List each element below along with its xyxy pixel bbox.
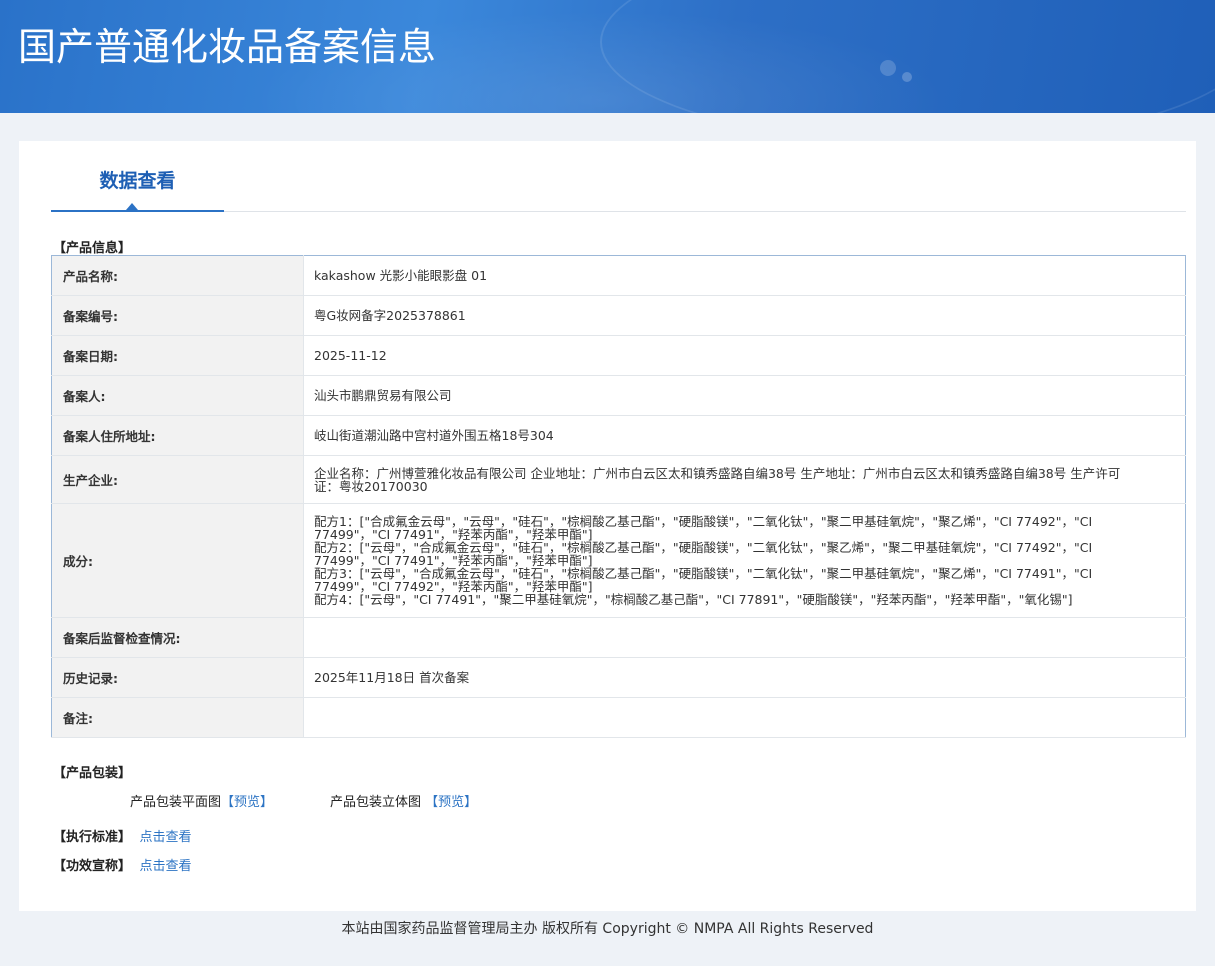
row-label: 成分:	[51, 503, 304, 618]
row-label: 备案人:	[51, 375, 304, 416]
standard-row: 【执行标准】 点击查看	[53, 826, 192, 845]
row-value	[303, 697, 1186, 738]
table-row: 备注:	[51, 697, 1186, 738]
page-title: 国产普通化妆品备案信息	[18, 25, 437, 69]
banner-decoration	[902, 72, 912, 82]
tab-bar: 数据查看	[51, 141, 1186, 212]
header-banner: 国产普通化妆品备案信息	[0, 0, 1215, 113]
row-label: 备案日期:	[51, 335, 304, 376]
table-row: 备案日期: 2025-11-12	[51, 335, 1186, 376]
packaging-flat-label: 产品包装平面图	[130, 795, 222, 810]
content-card: 数据查看 【产品信息】 产品名称: kakashow 光影小能眼影盘 01 备案编号…	[19, 141, 1196, 911]
table-row: 备案人住所地址: 岐山街道潮汕路中宫村道外围五格18号304	[51, 415, 1186, 456]
section-title-product-info: 【产品信息】	[53, 241, 132, 256]
row-value: 粤G妆网备字2025378861	[303, 295, 1186, 336]
row-value: 2025年11月18日 首次备案	[303, 657, 1186, 698]
table-row: 备案后监督检查情况:	[51, 617, 1186, 658]
table-row: 成分: 配方1：["合成氟金云母"，"云母"，"硅石"，"棕榈酸乙基己酯"，"硬脂…	[51, 503, 1186, 618]
table-row: 备案人: 汕头市鹏鼎贸易有限公司	[51, 375, 1186, 416]
table-row: 备案编号: 粤G妆网备字2025378861	[51, 295, 1186, 336]
packaging-solid: 产品包装立体图 【预览】	[330, 791, 477, 810]
table-row: 产品名称: kakashow 光影小能眼影盘 01	[51, 255, 1186, 296]
row-label: 备案后监督检查情况:	[51, 617, 304, 658]
banner-decoration	[600, 0, 1215, 113]
packaging-flat: 产品包装平面图【预览】	[130, 791, 273, 810]
section-title-packaging: 【产品包装】	[53, 766, 132, 781]
row-label: 生产企业:	[51, 455, 304, 504]
row-value	[303, 617, 1186, 658]
tab-data-view[interactable]: 数据查看	[51, 141, 224, 212]
row-label: 备注:	[51, 697, 304, 738]
efficacy-view-link[interactable]: 点击查看	[140, 859, 192, 874]
row-value: 2025-11-12	[303, 335, 1186, 376]
row-label: 备案编号:	[51, 295, 304, 336]
row-value: 岐山街道潮汕路中宫村道外围五格18号304	[303, 415, 1186, 456]
row-label: 历史记录:	[51, 657, 304, 698]
packaging-solid-preview-link[interactable]: 【预览】	[425, 795, 477, 810]
product-info-table: 产品名称: kakashow 光影小能眼影盘 01 备案编号: 粤G妆网备字20253…	[51, 255, 1186, 738]
row-label: 产品名称:	[51, 255, 304, 296]
table-row: 历史记录: 2025年11月18日 首次备案	[51, 657, 1186, 698]
section-title-standard: 【执行标准】	[53, 830, 132, 845]
banner-decoration	[880, 60, 896, 76]
section-title-efficacy: 【功效宣称】	[53, 859, 132, 874]
row-value: kakashow 光影小能眼影盘 01	[303, 255, 1186, 296]
packaging-flat-preview-link[interactable]: 【预览】	[221, 795, 273, 810]
row-value: 配方1：["合成氟金云母"，"云母"，"硅石"，"棕榈酸乙基己酯"，"硬脂酸镁"…	[303, 503, 1186, 618]
row-label: 备案人住所地址:	[51, 415, 304, 456]
tab-caret-icon	[126, 203, 138, 210]
footer-copyright: 本站由国家药品监督管理局主办 版权所有 Copyright © NMPA All…	[341, 921, 874, 937]
row-value: 企业名称：广州博萱雅化妆品有限公司 企业地址：广州市白云区太和镇秀盛路自编38号…	[303, 455, 1186, 504]
row-value: 汕头市鹏鼎贸易有限公司	[303, 375, 1186, 416]
efficacy-row: 【功效宣称】 点击查看	[53, 855, 192, 874]
standard-view-link[interactable]: 点击查看	[140, 830, 192, 845]
tab-label: 数据查看	[99, 170, 176, 192]
table-row: 生产企业: 企业名称：广州博萱雅化妆品有限公司 企业地址：广州市白云区太和镇秀盛路…	[51, 455, 1186, 504]
packaging-solid-label: 产品包装立体图	[330, 795, 422, 810]
